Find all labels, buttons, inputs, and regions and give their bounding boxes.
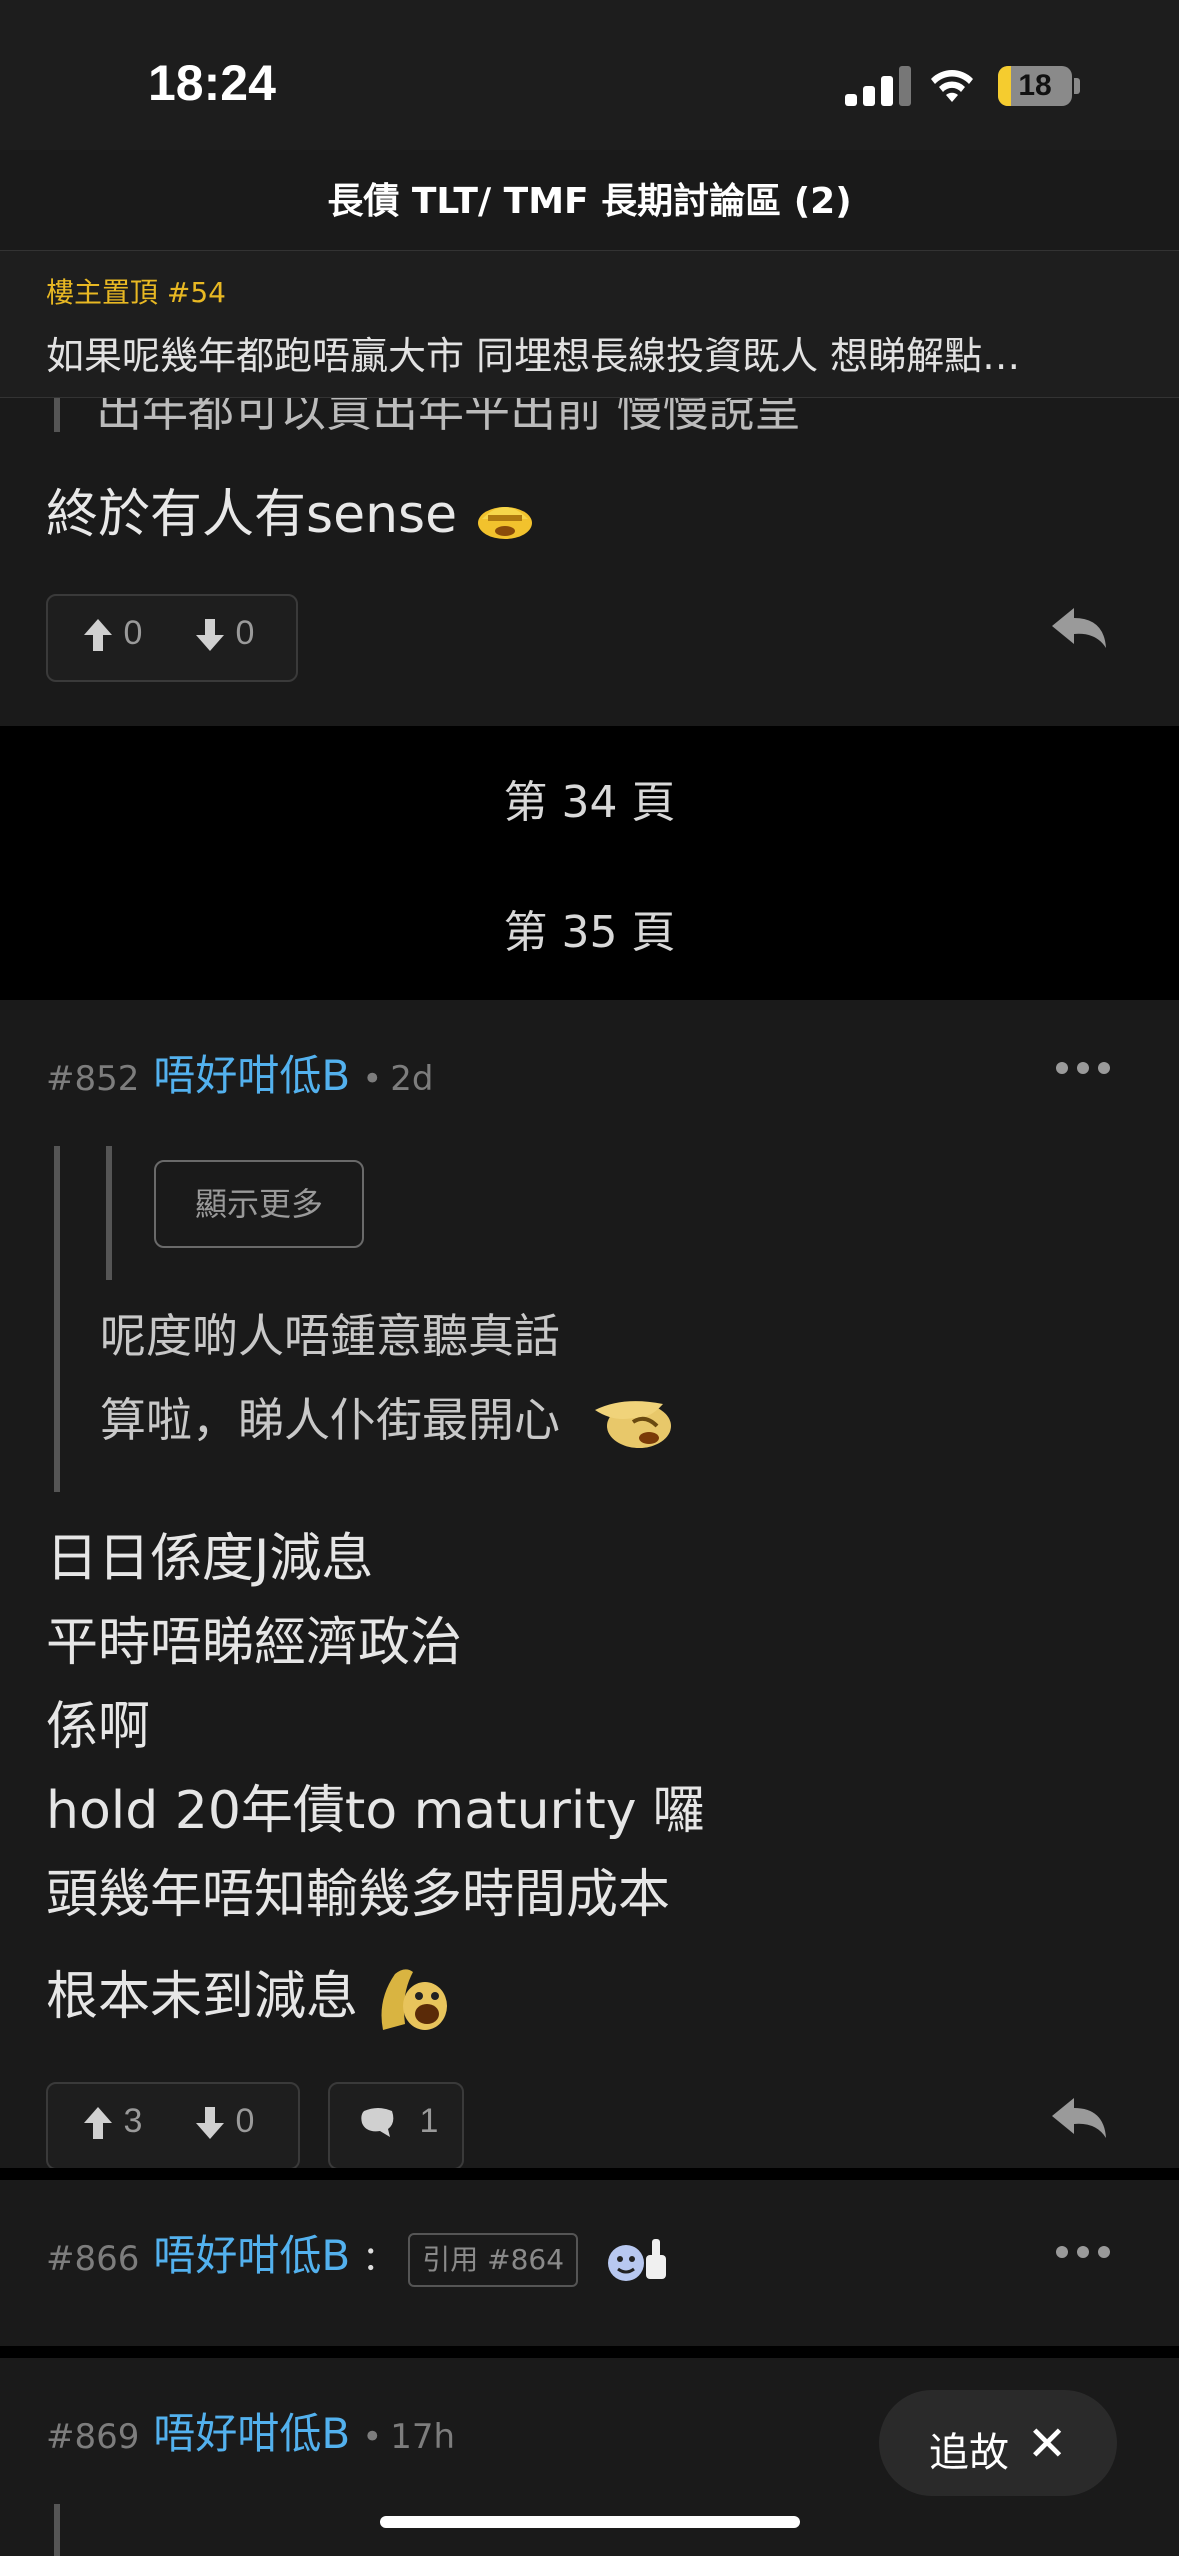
separator-dot: •	[362, 2417, 383, 2457]
upvote-button[interactable]: 0	[82, 614, 142, 653]
status-bar: 18:24 18 長債 TLT/ TMF 長期討論區 (2)	[0, 0, 1179, 222]
vote-box: 0 0	[46, 594, 298, 682]
post-number: #852	[46, 1059, 140, 1099]
post-body-line: hold 20年債to maturity 囉	[46, 1781, 706, 1841]
post-header: #852 唔好咁低B • 2d	[46, 1042, 434, 1103]
quote-text: 算啦，睇人仆街最開心	[100, 1393, 560, 1447]
battery-tip	[1074, 78, 1080, 94]
reply-icon[interactable]	[1050, 2094, 1108, 2142]
post-text: 終於有人有sense	[46, 485, 458, 545]
comments-item: 1	[360, 2102, 438, 2141]
downvote-count: 0	[235, 614, 255, 652]
facepalm-sticker-icon	[594, 1400, 671, 1448]
banana-sticker-icon	[381, 1969, 447, 2030]
pinned-post-banner[interactable]: 樓主置頂 #54 如果呢幾年都跑唔贏大市 同埋想長線投資既人 想睇解點…	[0, 250, 1179, 398]
post-divider	[0, 2346, 1179, 2358]
post-divider	[0, 2168, 1179, 2180]
post-body-line: 頭幾年唔知輸幾多時間成本	[46, 1865, 671, 1925]
clock: 18:24	[148, 55, 276, 111]
show-more-button[interactable]: 顯示更多	[154, 1160, 364, 1248]
partial-quote-text: 出年都可以買出年平出前 慢慢說呈	[96, 396, 801, 437]
post-body-line: 係啊	[46, 1697, 151, 1757]
post-body-text: 終於有人有sense	[46, 472, 536, 547]
pinned-preview-text: 如果呢幾年都跑唔贏大市 同埋想長線投資既人 想睇解點…	[46, 334, 1021, 378]
post-time: 17h	[390, 2417, 456, 2457]
wifi-icon	[931, 70, 973, 102]
reply-icon[interactable]	[1050, 604, 1108, 652]
upvote-button[interactable]: 3	[82, 2102, 142, 2141]
follow-label: 追故	[929, 2430, 1009, 2476]
post-number: #869	[46, 2417, 140, 2457]
battery-icon: 18	[998, 66, 1072, 106]
comments-button[interactable]: 1	[328, 2082, 464, 2170]
more-options-icon[interactable]	[1056, 2246, 1112, 2260]
comment-bubble-icon	[361, 2108, 394, 2138]
quote-bar-outer	[54, 1146, 60, 1492]
separator-dot: •	[362, 1059, 383, 1099]
more-options-icon[interactable]	[1056, 1062, 1112, 1076]
post-866: #866 唔好咁低B ： 引用 #864	[0, 2180, 1179, 2346]
post-body-line: 日日係度J減息	[46, 1529, 374, 1589]
pinned-tag: 樓主置頂 #54	[46, 276, 226, 309]
upvote-count: 3	[123, 2102, 143, 2140]
home-indicator[interactable]	[380, 2516, 800, 2528]
follow-thread-button[interactable]: 追故 ✕	[879, 2390, 1117, 2496]
close-icon[interactable]: ✕	[1027, 2416, 1067, 2472]
page-label-35[interactable]: 第 35 頁	[0, 896, 1179, 960]
post-time: 2d	[390, 1059, 434, 1099]
post-text: 根本未到減息	[46, 1967, 359, 2027]
thread-title[interactable]: 長債 TLT/ TMF 長期討論區 (2)	[0, 172, 1179, 224]
colon: ：	[362, 2239, 397, 2279]
thumb-up-arrow-icon	[84, 2107, 112, 2140]
username-link[interactable]: 唔好咁低B	[153, 2409, 350, 2458]
thumbs-up-face-sticker-icon	[608, 2238, 667, 2281]
post-number: #866	[46, 2239, 140, 2279]
quote-reference-tag[interactable]: 引用 #864	[408, 2232, 579, 2287]
thumb-up-arrow-icon	[84, 619, 112, 652]
post-header: #866 唔好咁低B ： 引用 #864	[46, 2222, 672, 2287]
thread-content[interactable]: 出年都可以買出年平出前 慢慢說呈 終於有人有sense 0 0 第 34 頁 第…	[0, 396, 1179, 2556]
downvote-count: 0	[235, 2102, 255, 2140]
quote-bar-outer	[54, 2504, 60, 2556]
downvote-button[interactable]: 0	[194, 614, 254, 653]
emoji-sticker-icon	[477, 507, 532, 539]
battery-level: 18	[1018, 69, 1052, 102]
page-separator: 第 34 頁 第 35 頁	[0, 726, 1179, 1000]
downvote-button[interactable]: 0	[194, 2102, 254, 2141]
thumb-down-arrow-icon	[196, 619, 224, 652]
upvote-count: 0	[123, 614, 143, 652]
post-852: #852 唔好咁低B • 2d 顯示更多 呢度啲人唔鍾意聽真話 算啦，睇人仆街最開心 …	[0, 1000, 1179, 2170]
quote-bar-inner	[106, 1146, 112, 1280]
page-label-34[interactable]: 第 34 頁	[0, 766, 1179, 830]
quote-bar	[54, 396, 60, 432]
post-body-line: 平時唔睇經濟政治	[46, 1613, 463, 1673]
thumb-down-arrow-icon	[196, 2107, 224, 2140]
username-link[interactable]: 唔好咁低B	[153, 1051, 350, 1100]
cellular-signal-icon	[845, 64, 913, 106]
post-header: #869 唔好咁低B • 17h	[46, 2400, 455, 2461]
post-body-line: 根本未到減息	[46, 1954, 451, 2036]
quote-line: 算啦，睇人仆街最開心	[100, 1384, 681, 1452]
username-link[interactable]: 唔好咁低B	[153, 2231, 350, 2280]
previous-post: 出年都可以買出年平出前 慢慢說呈 終於有人有sense 0 0	[0, 396, 1179, 726]
vote-box: 3 0	[46, 2082, 300, 2170]
comment-count: 1	[419, 2102, 439, 2140]
quote-line: 呢度啲人唔鍾意聽真話	[100, 1309, 560, 1363]
